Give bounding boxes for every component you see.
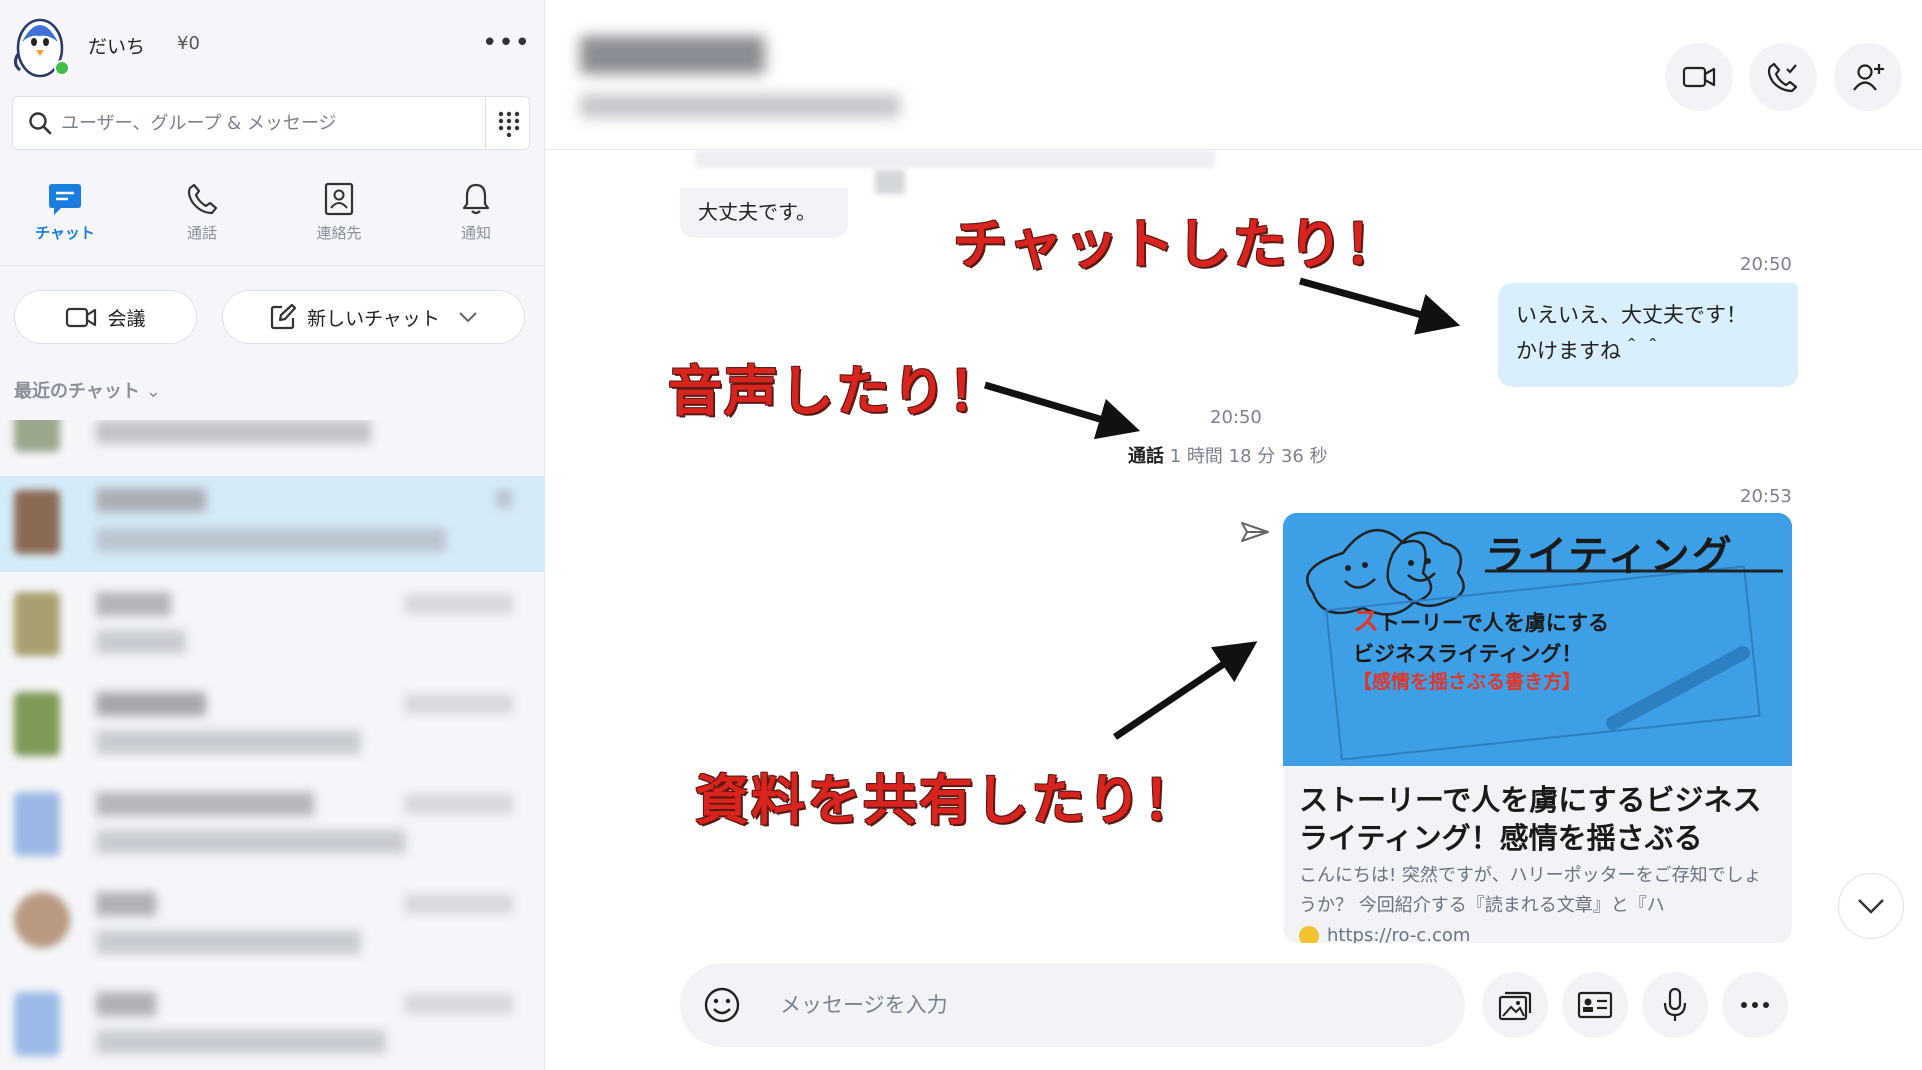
preview-accent: ス — [1353, 607, 1380, 637]
annotation-share: 資料を共有したり！ — [695, 769, 1199, 832]
link-preview-url[interactable]: https://ro-c.com — [1327, 925, 1470, 943]
recent-chats-header[interactable]: 最近のチャット ⌄ — [14, 377, 161, 403]
conversation-header — [545, 0, 1922, 150]
meeting-label: 会議 — [107, 307, 146, 330]
incoming-message-bubble[interactable]: 大丈夫です。 — [680, 188, 848, 238]
audio-call-button[interactable] — [1749, 43, 1817, 111]
video-camera-icon — [1682, 66, 1716, 88]
contact-status-blurred — [580, 94, 900, 118]
phone-icon — [1767, 62, 1798, 93]
preview-line2: ビジネスライティング！ — [1353, 642, 1583, 666]
profile-name[interactable]: だいち — [88, 32, 145, 59]
chat-list — [0, 420, 545, 1070]
sent-status-icon — [1241, 522, 1269, 542]
chat-list-item[interactable] — [0, 580, 545, 668]
preview-line3: 【感情を揺さぶる書き方】 — [1353, 671, 1582, 693]
message-timestamp: 20:50 — [1740, 254, 1792, 275]
add-person-icon — [1853, 64, 1884, 91]
sidebar: だいち ¥0 ••• ユーザー、グループ & メッセージ チャット 通話 連絡先… — [0, 0, 545, 1070]
tab-notifications[interactable]: 通知 — [411, 180, 541, 243]
meeting-button[interactable]: 会議 — [14, 290, 197, 344]
gallery-icon — [1498, 991, 1532, 1021]
recent-chats-label: 最近のチャット — [14, 381, 140, 402]
chat-list-item[interactable] — [0, 680, 545, 768]
tab-contacts[interactable]: 連絡先 — [274, 180, 404, 243]
send-media-button[interactable] — [1482, 972, 1548, 1038]
tab-notifications-label: 通知 — [460, 224, 491, 242]
search-box — [12, 96, 530, 150]
dialpad-button[interactable] — [485, 97, 531, 149]
penguin-avatar[interactable] — [12, 12, 74, 80]
credit-balance[interactable]: ¥0 — [177, 33, 200, 54]
chat-list-item[interactable] — [0, 780, 545, 868]
link-preview-title: ストーリーで人を虜にするビジネスライティング！感情を揺さぶる — [1299, 783, 1762, 855]
video-meeting-icon — [66, 307, 97, 328]
conversation-pane: 大丈夫です。 20:50 いえいえ、大丈夫です！ かけますね＾＾ 20:50 通… — [545, 0, 1922, 1070]
preview-line1: トーリーで人を虜にする — [1379, 611, 1609, 635]
call-timestamp: 20:50 — [1210, 407, 1262, 428]
search-input[interactable] — [61, 106, 471, 140]
call-label: 通話 — [1128, 446, 1164, 467]
contacts-icon — [324, 182, 354, 216]
compose-icon — [270, 303, 297, 330]
phone-icon — [187, 183, 217, 215]
link-preview-description: こんにちは! 突然ですが、ハリーポッターをご存知でしょうか？ 今回紹介する『読ま… — [1299, 865, 1762, 916]
chat-list-item[interactable] — [0, 880, 545, 968]
call-duration: 1 時間 18 分 36 秒 — [1169, 446, 1328, 467]
link-preview-card[interactable]: ライティング ストーリーで人を虜にする ビジネスライティング！ 【感情を揺さぶる… — [1283, 513, 1792, 943]
divider — [0, 265, 545, 266]
app-window: だいち ¥0 ••• ユーザー、グループ & メッセージ チャット 通話 連絡先… — [0, 0, 1922, 1070]
message-input[interactable] — [780, 985, 1420, 1025]
more-options-icon — [1741, 1002, 1769, 1008]
add-participant-button[interactable] — [1834, 43, 1902, 111]
annotation-chat: チャットしたり！ — [953, 213, 1401, 276]
chevron-down-icon — [1858, 899, 1884, 914]
blurred-timestamp — [875, 170, 905, 194]
tab-calls-label: 通話 — [186, 224, 217, 242]
contact-name-blurred — [580, 36, 765, 74]
emoji-icon[interactable] — [702, 985, 742, 1025]
new-chat-label: 新しいチャット — [307, 307, 440, 330]
site-favicon-icon — [1299, 926, 1319, 943]
send-contact-button[interactable] — [1562, 972, 1628, 1038]
chevron-down-icon: ⌄ — [145, 381, 161, 402]
chat-list-item-selected[interactable] — [0, 476, 545, 572]
voice-message-button[interactable] — [1642, 972, 1708, 1038]
new-chat-button[interactable]: 新しいチャット — [222, 290, 525, 344]
video-call-button[interactable] — [1665, 43, 1733, 111]
link-preview-image: ライティング ストーリーで人を虜にする ビジネスライティング！ 【感情を揺さぶる… — [1283, 513, 1792, 766]
search-icon — [29, 112, 52, 135]
message-composer — [680, 963, 1465, 1047]
scroll-to-bottom-button[interactable] — [1838, 873, 1904, 939]
incoming-message-text: 大丈夫です。 — [698, 200, 816, 224]
microphone-icon — [1663, 987, 1687, 1021]
blurred-message — [695, 150, 1215, 168]
outgoing-message-line: かけますね＾＾ — [1516, 339, 1663, 363]
call-record[interactable]: 通話 1 時間 18 分 36 秒 — [1128, 442, 1328, 468]
bell-icon — [462, 183, 490, 215]
outgoing-message-bubble[interactable]: いえいえ、大丈夫です！ かけますね＾＾ — [1498, 283, 1798, 387]
annotation-voice: 音声したり！ — [668, 360, 1004, 423]
card-timestamp: 20:53 — [1740, 486, 1792, 507]
chat-icon — [49, 184, 81, 215]
contact-card-icon — [1577, 991, 1613, 1019]
tab-chat-label: チャット — [35, 224, 95, 242]
outgoing-message-line: いえいえ、大丈夫です！ — [1516, 303, 1747, 327]
main-nav: チャット 通話 連絡先 通知 — [0, 170, 545, 265]
chat-list-item[interactable] — [0, 980, 545, 1068]
more-actions-button[interactable] — [1722, 972, 1788, 1038]
more-options-icon[interactable]: ••• — [482, 28, 531, 58]
chevron-down-icon — [459, 312, 477, 323]
profile-header: だいち ¥0 ••• — [12, 12, 532, 84]
tab-chat[interactable]: チャット — [0, 180, 130, 243]
dialpad-icon — [498, 111, 520, 137]
preview-heading: ライティング — [1485, 533, 1734, 579]
tab-contacts-label: 連絡先 — [316, 224, 362, 242]
tab-calls[interactable]: 通話 — [137, 180, 267, 243]
